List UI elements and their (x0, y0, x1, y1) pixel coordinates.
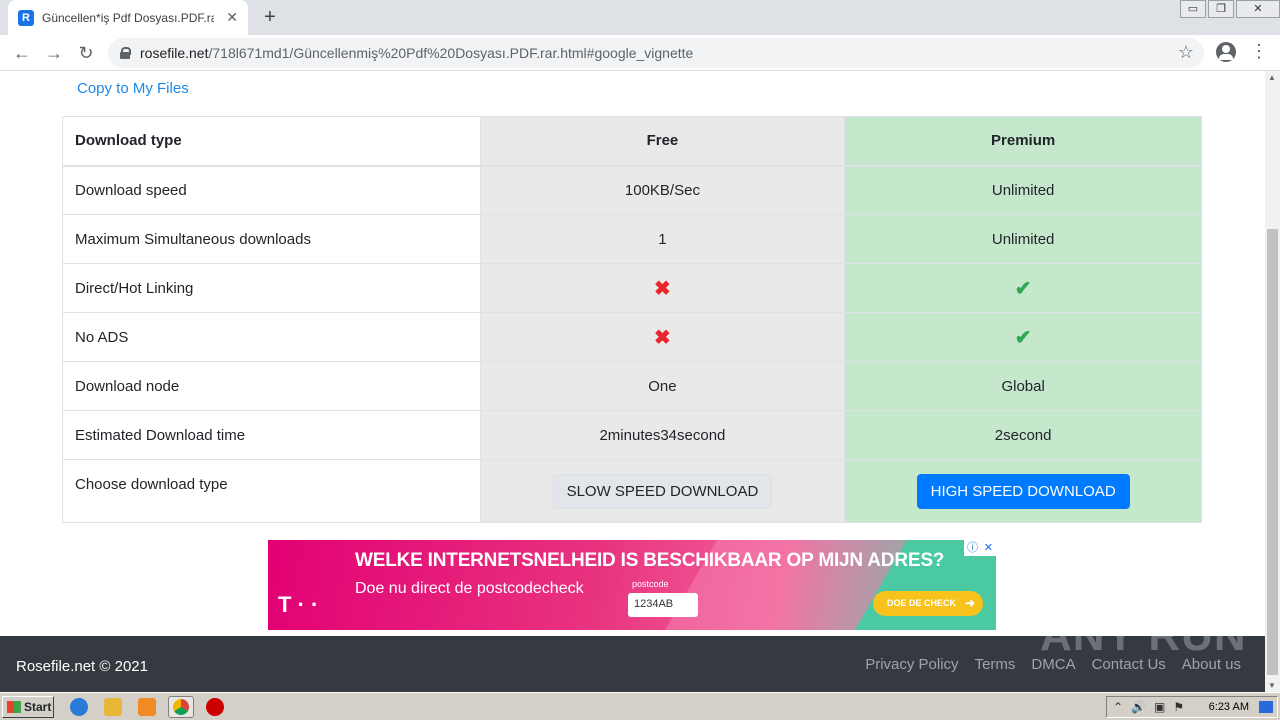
header-free: Free (479, 116, 846, 167)
premium-value: Unlimited (844, 165, 1202, 215)
minimize-button[interactable]: ▭ (1180, 0, 1206, 18)
file-explorer-icon[interactable] (104, 698, 122, 716)
table-row: Direct/Hot Linking ✖ ✔ (62, 263, 1202, 313)
header-download-type: Download type (62, 116, 481, 167)
window-controls: ▭ ❐ ✕ (1178, 0, 1280, 18)
free-value: ✖ (479, 312, 846, 362)
windows-logo-icon (7, 701, 21, 713)
restore-button[interactable]: ❐ (1208, 0, 1234, 18)
url-text[interactable]: rosefile.net/718l671md1/Güncellenmiş%20P… (140, 45, 693, 61)
free-value: One (479, 361, 846, 411)
header-premium: Premium (844, 116, 1202, 167)
taskbar-clock: 6:23 AM (1208, 701, 1249, 713)
tab-title: Güncellen*iş Pdf Dosyası.PDF.rar - R (42, 10, 214, 25)
free-value: 1 (479, 214, 846, 264)
browser-toolbar: ← → ↻ rosefile.net/718l671md1/Güncellenm… (0, 35, 1280, 71)
ad-info-icon[interactable]: ⓘ (967, 540, 978, 556)
high-speed-download-button[interactable]: HIGH SPEED DOWNLOAD (916, 473, 1130, 509)
choose-download-type-label: Choose download type (62, 459, 481, 523)
arrow-right-icon: ➜ (964, 596, 975, 610)
premium-value: Global (844, 361, 1202, 411)
row-label: Direct/Hot Linking (62, 263, 481, 313)
page-viewport: Copy to My Files Download type Free Prem… (0, 71, 1265, 692)
scrollbar-thumb[interactable] (1267, 229, 1278, 675)
checkmark-icon: ✔ (1014, 326, 1032, 349)
tray-icons[interactable]: ⌃🔊▣⚑ (1113, 700, 1192, 714)
address-bar[interactable]: rosefile.net/718l671md1/Güncellenmiş%20P… (108, 38, 1204, 68)
close-window-button[interactable]: ✕ (1236, 0, 1280, 18)
download-comparison-table: Download type Free Premium Download spee… (62, 116, 1202, 523)
ad-choices[interactable]: ⓘ ✕ (964, 540, 996, 556)
premium-value: Unlimited (844, 214, 1202, 264)
row-label: Download speed (62, 165, 481, 215)
start-button[interactable]: Start (2, 696, 54, 718)
chrome-icon (173, 699, 189, 715)
ad-close-icon[interactable]: ✕ (984, 540, 993, 556)
table-row: No ADS ✖ ✔ (62, 312, 1202, 362)
ad-check-label: DOE DE CHECK (887, 598, 957, 608)
start-label: Start (24, 700, 52, 714)
premium-action-cell: HIGH SPEED DOWNLOAD (844, 459, 1202, 523)
free-value: 100KB/Sec (479, 165, 846, 215)
premium-value: ✔ (844, 263, 1202, 313)
free-value: ✖ (479, 263, 846, 313)
forward-button[interactable]: → (42, 41, 66, 65)
scroll-down-arrow-icon[interactable]: ▼ (1268, 681, 1276, 690)
chrome-taskbar-button[interactable] (168, 696, 194, 718)
media-player-icon[interactable] (138, 698, 156, 716)
table-row-choose: Choose download type SLOW SPEED DOWNLOAD… (62, 459, 1202, 523)
show-desktop-icon[interactable] (1259, 701, 1273, 713)
free-value: 2minutes34second (479, 410, 846, 460)
ad-postcode-input[interactable]: 1234AB (628, 593, 698, 617)
vertical-scrollbar[interactable]: ▲ ▼ (1265, 71, 1280, 692)
table-row: Download speed 100KB/Sec Unlimited (62, 165, 1202, 215)
ad-postcode-label: postcode (632, 579, 669, 589)
tab-strip: R Güncellen*iş Pdf Dosyası.PDF.rar - R ✕… (0, 0, 1280, 35)
url-host: rosefile.net (140, 45, 209, 61)
url-path: /718l671md1/Güncellenmiş%20Pdf%20Dosyası… (208, 45, 694, 61)
table-header-row: Download type Free Premium (62, 116, 1202, 167)
premium-value: 2second (844, 410, 1202, 460)
new-tab-button[interactable]: + (258, 5, 282, 29)
checkmark-icon: ✔ (1014, 277, 1032, 300)
tab-close-icon[interactable]: ✕ (226, 9, 238, 25)
copy-to-my-files-link[interactable]: Copy to My Files (77, 80, 189, 97)
row-label: Download node (62, 361, 481, 411)
back-button[interactable]: ← (10, 41, 34, 65)
free-action-cell: SLOW SPEED DOWNLOAD (479, 459, 846, 523)
browser-tab[interactable]: R Güncellen*iş Pdf Dosyası.PDF.rar - R ✕ (8, 0, 248, 35)
table-row: Estimated Download time 2minutes34second… (62, 410, 1202, 460)
scroll-up-arrow-icon[interactable]: ▲ (1268, 73, 1276, 82)
footer-copyright: Rosefile.net © 2021 (16, 658, 148, 675)
slow-speed-download-button[interactable]: SLOW SPEED DOWNLOAD (552, 473, 773, 509)
cross-icon: ✖ (654, 326, 671, 349)
system-tray: ⌃🔊▣⚑ 6:23 AM (1106, 696, 1278, 718)
browser-menu-icon[interactable]: ⋮ (1250, 41, 1268, 62)
footer-link-terms[interactable]: Terms (975, 656, 1016, 673)
row-label: Estimated Download time (62, 410, 481, 460)
ad-check-button[interactable]: DOE DE CHECK ➜ (873, 591, 983, 616)
windows-taskbar: Start ⌃🔊▣⚑ 6:23 AM (0, 692, 1280, 720)
cross-icon: ✖ (654, 277, 671, 300)
table-row: Maximum Simultaneous downloads 1 Unlimit… (62, 214, 1202, 264)
ad-subheadline: Doe nu direct de postcodecheck (355, 580, 584, 597)
footer-link-privacy-policy[interactable]: Privacy Policy (865, 656, 958, 673)
row-label: Maximum Simultaneous downloads (62, 214, 481, 264)
antivirus-icon[interactable] (206, 698, 224, 716)
internet-explorer-icon[interactable] (70, 698, 88, 716)
profile-avatar-icon[interactable] (1216, 42, 1236, 62)
premium-value: ✔ (844, 312, 1202, 362)
advertisement-banner[interactable]: WELKE INTERNETSNELHEID IS BESCHIKBAAR OP… (268, 540, 996, 630)
lock-icon[interactable] (120, 47, 131, 59)
reload-button[interactable]: ↻ (74, 41, 98, 65)
table-row: Download node One Global (62, 361, 1202, 411)
ad-headline: WELKE INTERNETSNELHEID IS BESCHIKBAAR OP… (355, 550, 945, 571)
bookmark-star-icon[interactable]: ☆ (1178, 42, 1194, 63)
rosefile-favicon-icon: R (18, 9, 34, 26)
row-label: No ADS (62, 312, 481, 362)
telekom-logo: T · · (278, 592, 319, 617)
anyrun-watermark: ANY RUN (1040, 611, 1247, 660)
